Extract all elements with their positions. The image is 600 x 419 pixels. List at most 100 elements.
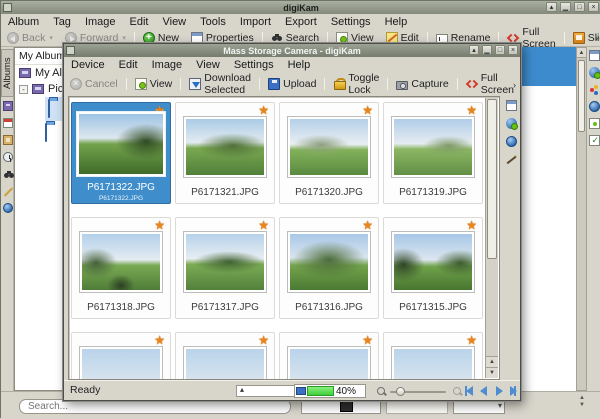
landscape-photo — [186, 349, 264, 380]
dialog-toolbar-overflow-icon[interactable]: › — [513, 80, 516, 90]
next-item-button[interactable] — [492, 385, 503, 396]
progress-icon — [296, 387, 306, 395]
shade-button[interactable]: ▴ — [546, 2, 557, 12]
last-item-button[interactable] — [506, 385, 517, 396]
zoom-combobox[interactable] — [453, 399, 505, 414]
rating-star-icon: ★ — [258, 218, 269, 232]
toolbar-button-back[interactable]: Back▾ — [1, 31, 59, 46]
menu-item-album[interactable]: Album — [1, 14, 46, 30]
first-item-button[interactable] — [464, 385, 475, 396]
scrollbar-handle[interactable] — [487, 99, 497, 259]
menu-item-view[interactable]: View — [155, 14, 193, 30]
zoom-out-icon[interactable] — [376, 386, 386, 396]
maximize-button[interactable]: □ — [495, 45, 505, 55]
lighttable-icon[interactable] — [3, 186, 13, 196]
search-icon[interactable] — [3, 169, 13, 179]
menu-item-edit[interactable]: Edit — [112, 57, 145, 73]
thumbnail-p6171321-jpg[interactable]: ★P6171321.JPG — [175, 102, 275, 204]
captions-icon[interactable] — [589, 118, 600, 129]
slider-handle[interactable] — [396, 387, 405, 396]
previous-item-button[interactable] — [478, 385, 489, 396]
thumbnail-sublabel: P6171322.JPG — [72, 195, 170, 202]
toolbar-button-download-selected[interactable]: Download Selected — [183, 75, 257, 93]
menu-item-help[interactable]: Help — [378, 14, 415, 30]
slideshow-icon — [573, 32, 585, 44]
calendar-icon[interactable] — [3, 118, 13, 128]
search-input[interactable] — [19, 399, 291, 414]
toolbar-button-view[interactable]: View — [129, 75, 179, 93]
thumbnail-partial[interactable]: ★ — [383, 332, 483, 380]
scrollbar-handle[interactable] — [578, 60, 585, 132]
minimize-button[interactable]: ▁ — [560, 2, 571, 12]
close-button[interactable]: × — [508, 45, 518, 55]
menu-item-tools[interactable]: Tools — [193, 14, 233, 30]
toolbar-button-cancel[interactable]: Cancel — [64, 75, 124, 93]
colors-icon[interactable] — [589, 84, 600, 95]
thumbnail-p6171318-jpg[interactable]: ★P6171318.JPG — [71, 217, 171, 319]
thumbnail-size-slider[interactable] — [301, 399, 381, 414]
tags-icon[interactable] — [3, 135, 13, 145]
camera-thumbnail-view[interactable]: ★P6171322.JPGP6171322.JPG★P6171321.JPG★P… — [68, 96, 500, 380]
toolbar-button-toggle-lock[interactable]: Toggle Lock — [327, 75, 385, 93]
menu-item-view[interactable]: View — [189, 57, 227, 73]
timeline-icon[interactable] — [3, 152, 13, 162]
spin-buttons[interactable]: ▲▼ — [579, 395, 585, 409]
upload-icon — [268, 78, 280, 90]
menu-item-image[interactable]: Image — [145, 57, 190, 73]
thumbnail-p6171322-jpg[interactable]: ★P6171322.JPGP6171322.JPG — [71, 102, 171, 204]
toolbar-button-capture[interactable]: Capture — [390, 75, 454, 93]
shade-button[interactable]: ▴ — [469, 45, 479, 55]
toolbar-button-full-screen[interactable]: Full Screen — [460, 75, 520, 93]
thumbnail-p6171316-jpg[interactable]: ★P6171316.JPG — [279, 217, 379, 319]
minimize-button[interactable]: ▁ — [482, 45, 492, 55]
filters-icon[interactable] — [589, 135, 600, 146]
menu-item-import[interactable]: Import — [233, 14, 278, 30]
dialog-vertical-scrollbar[interactable]: ▲ ▼ — [485, 98, 498, 378]
maximize-button[interactable]: □ — [574, 2, 585, 12]
rating-star-icon: ★ — [466, 218, 477, 232]
map-icon[interactable] — [3, 203, 13, 213]
thumbnail-partial[interactable]: ★ — [71, 332, 171, 380]
menu-item-edit[interactable]: Edit — [123, 14, 156, 30]
thumbnail-partial[interactable]: ★ — [279, 332, 379, 380]
main-vertical-scrollbar[interactable]: ▲ — [576, 47, 587, 391]
thumbnail-p6171317-jpg[interactable]: ★ P6171317.JPG — [175, 217, 275, 319]
menu-item-export[interactable]: Export — [278, 14, 324, 30]
toolbar-button-upload[interactable]: Upload — [262, 75, 322, 93]
menu-item-help[interactable]: Help — [281, 57, 318, 73]
albums-icon[interactable] — [3, 101, 13, 111]
zoom-slider[interactable] — [390, 391, 446, 393]
sidebar-tab-albums[interactable]: Albums — [1, 49, 14, 97]
landscape-photo — [394, 349, 472, 380]
zoom-in-icon[interactable] — [452, 386, 462, 396]
metadata-icon[interactable] — [506, 118, 517, 129]
close-button[interactable]: × — [588, 2, 599, 12]
scroll-up-icon[interactable]: ▲ — [486, 356, 498, 367]
menu-item-settings[interactable]: Settings — [324, 14, 378, 30]
slider-handle[interactable] — [340, 401, 353, 412]
tree-expander-icon[interactable]: - — [19, 85, 28, 94]
geolocation-icon[interactable] — [589, 101, 600, 112]
thumbnail-p6171319-jpg[interactable]: ★P6171319.JPG — [383, 102, 483, 204]
thumbnail-partial[interactable]: ★ — [175, 332, 275, 380]
toolbar-overflow-icon[interactable]: › — [595, 33, 598, 43]
menu-item-device[interactable]: Device — [64, 57, 112, 73]
menu-item-image[interactable]: Image — [78, 14, 123, 30]
scroll-down-icon[interactable]: ▼ — [486, 367, 498, 378]
thumbnail-p6171315-jpg[interactable]: ★P6171315.JPG — [383, 217, 483, 319]
menu-item-settings[interactable]: Settings — [227, 57, 281, 73]
properties-icon[interactable] — [506, 100, 517, 111]
thumbnail-filename: P6171317.JPG — [176, 302, 274, 313]
progress-fill — [307, 386, 334, 396]
rating-star-icon: ★ — [466, 103, 477, 117]
properties-icon[interactable] — [589, 50, 600, 61]
folder-icon — [48, 99, 50, 118]
menu-item-tag[interactable]: Tag — [46, 14, 78, 30]
brush-icon[interactable] — [506, 154, 517, 165]
chevron-down-icon[interactable]: ▾ — [122, 34, 126, 42]
metadata-icon[interactable] — [589, 67, 600, 78]
scroll-up-icon[interactable]: ▲ — [577, 48, 586, 58]
geolocation-icon[interactable] — [506, 136, 517, 147]
thumbnail-p6171320-jpg[interactable]: ★P6171320.JPG — [279, 102, 379, 204]
chevron-down-icon[interactable]: ▾ — [49, 34, 53, 42]
